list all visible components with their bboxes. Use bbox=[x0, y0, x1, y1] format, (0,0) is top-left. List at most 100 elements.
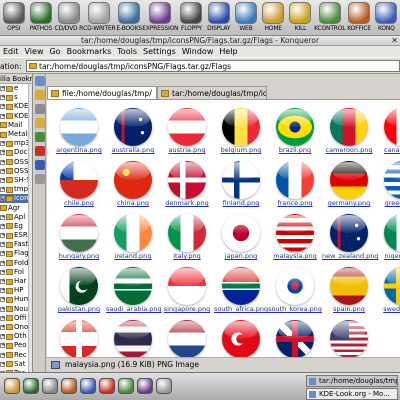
history-tab-icon[interactable] bbox=[35, 104, 45, 114]
expand-icon[interactable]: + bbox=[0, 95, 5, 101]
launcher-kill[interactable]: KILL bbox=[287, 0, 314, 36]
launcher-expression[interactable]: EXPRESSION bbox=[142, 0, 179, 36]
file-item[interactable]: finland.png bbox=[214, 159, 268, 211]
home-tab-icon[interactable] bbox=[35, 90, 45, 100]
file-item[interactable]: greece.png bbox=[376, 159, 400, 211]
file-item[interactable]: singapore.png bbox=[160, 265, 214, 317]
file-item[interactable]: the_netherlands.png bbox=[160, 318, 214, 357]
kmail-icon[interactable] bbox=[42, 378, 58, 394]
launcher-floppy[interactable]: FLOPPY bbox=[178, 0, 205, 36]
expand-icon[interactable]: + bbox=[0, 177, 5, 183]
file-item[interactable]: pakistan.png bbox=[52, 265, 106, 317]
tab-2[interactable]: tar:/home/douglas/tmp/icons... bbox=[157, 86, 267, 99]
expand-icon[interactable]: + bbox=[0, 233, 5, 239]
launcher-home[interactable]: HOME bbox=[260, 0, 287, 36]
expand-icon[interactable]: + bbox=[0, 214, 5, 220]
file-item[interactable]: germany.png bbox=[322, 159, 376, 211]
file-item[interactable]: sweden.png bbox=[376, 265, 400, 317]
file-item[interactable]: china.png bbox=[106, 159, 160, 211]
bookmarks-tab-icon[interactable] bbox=[35, 76, 45, 86]
expand-icon[interactable]: + bbox=[0, 315, 5, 321]
root-tab-icon[interactable] bbox=[35, 160, 45, 170]
expand-icon[interactable]: + bbox=[0, 141, 5, 147]
expand-icon[interactable]: + bbox=[0, 361, 5, 367]
file-item[interactable]: brazil.png bbox=[268, 106, 322, 158]
search-icon[interactable] bbox=[80, 378, 96, 394]
expand-icon[interactable]: + bbox=[0, 223, 5, 229]
expand-icon[interactable]: + bbox=[0, 288, 5, 294]
launcher-web[interactable]: WEB bbox=[232, 0, 259, 36]
file-item[interactable]: saudi_arabia.png bbox=[106, 265, 162, 317]
terminal-icon[interactable] bbox=[23, 378, 39, 394]
file-item[interactable]: austria.png bbox=[160, 106, 214, 158]
settings-icon[interactable] bbox=[156, 378, 172, 394]
file-item[interactable]: denmark.png bbox=[160, 159, 214, 211]
launcher-opsi[interactable]: OPSI bbox=[0, 0, 27, 36]
taskbar-task[interactable]: tar:/home/douglas/tmp/... bbox=[306, 375, 398, 387]
file-item[interactable]: malaysia.png bbox=[268, 212, 322, 264]
firefox-icon[interactable] bbox=[61, 378, 77, 394]
konqueror-icon[interactable] bbox=[4, 378, 20, 394]
file-item[interactable]: switzerland.png bbox=[52, 318, 106, 357]
expand-icon[interactable]: + bbox=[0, 242, 5, 248]
kill-icon[interactable] bbox=[99, 378, 115, 394]
expand-icon[interactable]: + bbox=[0, 159, 5, 165]
close-icon[interactable]: ✕ bbox=[391, 36, 398, 46]
menu-go[interactable]: Go bbox=[46, 46, 63, 57]
expand-icon[interactable]: + bbox=[0, 187, 5, 193]
file-item[interactable]: usa.png bbox=[322, 318, 376, 357]
file-item[interactable]: turkey.png bbox=[214, 318, 268, 357]
menu-bookmarks[interactable]: Bookmarks bbox=[64, 46, 115, 57]
location-input[interactable]: tar:/home/douglas/tmp/iconsPNG/Flags.tar… bbox=[26, 60, 400, 72]
konsole-icon[interactable] bbox=[137, 378, 153, 394]
file-item[interactable]: hungary.png bbox=[52, 212, 106, 264]
expand-icon[interactable]: + bbox=[0, 104, 5, 110]
menu-window[interactable]: Window bbox=[179, 46, 217, 57]
tab-1[interactable]: file:/home/douglas/tmp/ bbox=[47, 86, 157, 99]
expand-icon[interactable]: + bbox=[0, 196, 5, 202]
file-item[interactable]: argentina.png bbox=[52, 106, 106, 158]
expand-icon[interactable]: + bbox=[0, 150, 5, 156]
file-item[interactable]: japan.png bbox=[214, 212, 268, 264]
launcher-e-books[interactable]: E-BOOKS bbox=[116, 0, 143, 36]
menu-tools[interactable]: Tools bbox=[114, 46, 140, 57]
config-tab-icon[interactable] bbox=[35, 174, 45, 184]
media-tab-icon[interactable] bbox=[35, 132, 45, 142]
file-item[interactable]: thailand.png bbox=[106, 318, 160, 357]
menu-view[interactable]: View bbox=[22, 46, 47, 57]
file-item[interactable]: new_zealand.png bbox=[322, 212, 379, 264]
expand-icon[interactable]: + bbox=[0, 343, 5, 349]
network-tab-icon[interactable] bbox=[35, 118, 45, 128]
launcher-koffice[interactable]: KOFFICE bbox=[345, 0, 372, 36]
file-item[interactable]: nigeria.png bbox=[376, 212, 400, 264]
expand-icon[interactable]: + bbox=[0, 352, 5, 358]
launcher-cd-dvd-r[interactable]: CD/DVD R bbox=[55, 0, 83, 36]
launcher-display[interactable]: DISPLAY bbox=[205, 0, 232, 36]
taskbar-task[interactable]: KDE-Look.org - Mo... bbox=[306, 388, 398, 400]
file-item[interactable]: cameroon.png bbox=[322, 106, 376, 158]
expand-icon[interactable]: + bbox=[0, 324, 5, 330]
expand-icon[interactable]: + bbox=[0, 297, 5, 303]
launcher-cd-writer[interactable]: CD-WRITER bbox=[83, 0, 116, 36]
expand-icon[interactable]: + bbox=[0, 279, 5, 285]
file-item[interactable]: italy.png bbox=[160, 212, 214, 264]
menu-settings[interactable]: Settings bbox=[140, 46, 179, 57]
launcher-pathos[interactable]: PATHOS bbox=[27, 0, 54, 36]
file-item[interactable]: uk.png bbox=[268, 318, 322, 357]
services-tab-icon[interactable] bbox=[35, 146, 45, 156]
file-item[interactable]: france.png bbox=[268, 159, 322, 211]
file-item[interactable]: ireland.png bbox=[106, 212, 160, 264]
menu-edit[interactable]: Edit bbox=[0, 46, 22, 57]
kate-icon[interactable] bbox=[118, 378, 134, 394]
expand-icon[interactable]: + bbox=[0, 260, 5, 266]
file-item[interactable]: canada.png bbox=[376, 106, 400, 158]
expand-icon[interactable]: + bbox=[0, 306, 5, 312]
file-item[interactable]: belgium.png bbox=[214, 106, 268, 158]
expand-icon[interactable]: + bbox=[0, 86, 5, 92]
file-item[interactable]: australia.png bbox=[106, 106, 160, 158]
expand-icon[interactable]: + bbox=[0, 269, 5, 275]
launcher-konq[interactable]: KONQ bbox=[373, 0, 400, 36]
expand-icon[interactable]: + bbox=[0, 113, 5, 119]
expand-icon[interactable]: + bbox=[0, 168, 5, 174]
menu-help[interactable]: Help bbox=[216, 46, 240, 57]
